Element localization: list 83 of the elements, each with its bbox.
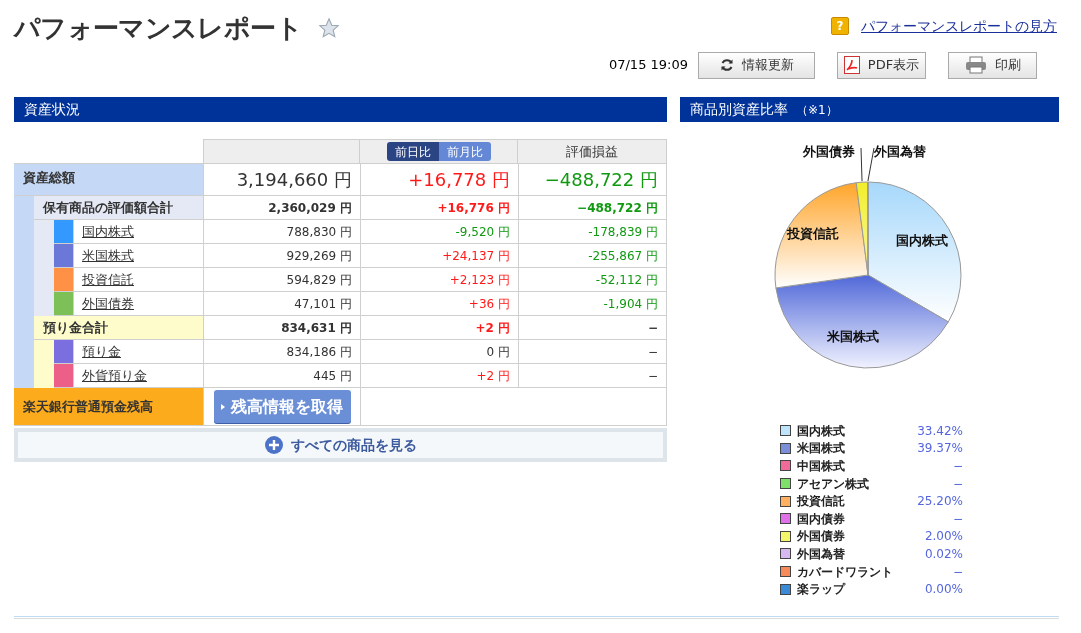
legend-label: アセアン株式 [797,475,870,493]
footnote-mark: （※1） [796,101,838,119]
legend-label: 国内債券 [797,510,846,528]
product-link[interactable]: 投資信託 [82,269,134,290]
table-header: 評価損益 [518,139,667,163]
row-label: 保有商品の評価額合計 [34,196,203,219]
refresh-icon [719,58,734,72]
section-title: 商品別資産比率 [690,100,788,119]
table-cell-text: -1,904 円 [603,295,658,313]
pdf-icon [843,56,860,74]
triangle-icon [221,403,225,410]
table-cell-text: +2 円 [476,367,510,385]
update-time: 07/15 19:09 [608,56,689,75]
table-cell-text: -52,112 円 [595,271,658,289]
product-link[interactable]: 米国株式 [82,245,134,266]
slice-label: 投資信託 [787,226,839,241]
row-label: 資産総額 [14,164,203,195]
legend-value: 25.20% [916,493,963,511]
table-cell-text: 47,101 円 [294,295,352,313]
table-cell-text: −488,722 円 [577,199,658,217]
table-cell-text: +2 円 [475,319,510,337]
row-label: 預り金合計 [34,316,203,339]
slice-label: 外国債券 [803,144,855,159]
product-link[interactable]: 外貨預り金 [82,365,147,386]
star-icon[interactable] [317,17,340,39]
slice-label: 国内株式 [896,233,948,248]
legend-label: 米国株式 [797,440,846,458]
slice-label: 外国為替 [874,144,926,159]
legend-label: 外国為替 [797,545,846,563]
legend-value: − [951,458,963,475]
legend-label: カバードワラント [797,563,894,581]
legend-label: 国内株式 [797,422,846,440]
legend-value: 0.00% [923,581,963,599]
legend-value: − [951,475,963,493]
table-cell-text: − [647,343,658,361]
table-cell-text: 834,631 円 [281,319,352,337]
table-cell-text: − [647,319,658,337]
see-all-button[interactable]: すべての商品を見る [18,432,663,458]
table-cell-text: +36 円 [468,295,510,313]
product-link[interactable]: 預り金 [82,341,121,362]
table-cell-text: +16,778 円 [408,168,510,192]
table-cell-text: −488,722 円 [544,168,658,192]
plus-icon [264,436,283,454]
slice-label: 米国株式 [827,329,879,344]
printer-icon [964,56,987,74]
table-cell-text: − [647,367,658,385]
table-cell-text: -9,520 円 [455,223,510,241]
table-cell-text: 0 円 [486,343,510,361]
legend-value: 0.02% [923,545,963,563]
legend-value: − [951,510,963,528]
legend-value: 39.37% [916,440,963,458]
product-link[interactable]: 国内株式 [82,221,134,242]
refresh-button[interactable]: 情報更新 [698,51,815,79]
page-title: パフォーマンスレポート [14,11,302,45]
help-link[interactable]: パフォーマンスレポートの見方 [861,15,1057,37]
table-cell-text: +24,137 円 [442,247,510,265]
leader-line [860,147,863,182]
table-cell-text: 788,830 円 [286,223,352,241]
help-icon: ? [831,17,849,35]
legend-label: 中国株式 [797,458,846,475]
legend-value: 33.42% [916,422,963,440]
table-cell-text: 594,829 円 [286,271,352,289]
period-tab[interactable]: 前日比 [386,142,439,161]
leader-line [867,147,875,182]
table-cell-text: 2,360,029 円 [268,199,352,217]
table-cell-text: 834,186 円 [286,343,352,361]
legend-label: 外国債券 [797,528,846,546]
legend-label: 楽ラップ [797,581,847,599]
legend-value: 2.00% [923,528,963,546]
table-cell-text: 445 円 [313,367,352,385]
table-cell-text: 929,269 円 [286,247,352,265]
table-cell-text: 3,194,660 円 [236,168,352,192]
section-header: 資産状況 [14,97,667,122]
row-label: 楽天銀行普通預金残高 [14,388,203,425]
table-cell-text: -178,839 円 [588,223,658,241]
pdf-button[interactable]: PDF表示 [837,51,926,79]
product-link[interactable]: 外国債券 [82,293,134,314]
legend-value: − [951,563,963,581]
print-button[interactable]: 印刷 [948,51,1037,79]
legend-label: 投資信託 [797,493,846,511]
table-cell-text: +2,123 円 [449,271,510,289]
table-cell-text: -255,867 円 [588,247,658,265]
table-cell-text: +16,776 円 [437,199,510,217]
